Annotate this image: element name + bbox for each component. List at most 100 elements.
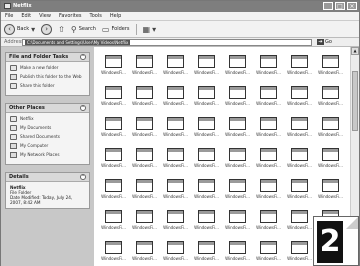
file-item[interactable]: WindowsFi... [191, 179, 222, 210]
file-item[interactable]: WindowsFi... [222, 210, 253, 241]
file-item[interactable]: WindowsFi... [191, 55, 222, 86]
file-item[interactable]: WindowsFi... [222, 148, 253, 179]
file-item[interactable]: WindowsFi... [98, 148, 129, 179]
other-places-header[interactable]: Other Places ⌃ [6, 104, 89, 113]
file-label: WindowsFi... [256, 194, 281, 199]
file-item[interactable]: WindowsFi... [98, 241, 129, 266]
file-item[interactable]: WindowsFi... [160, 210, 191, 241]
menu-favorites[interactable]: Favorites [59, 13, 82, 19]
file-folder-tasks-header[interactable]: File and Folder Tasks ⌃ [6, 53, 89, 62]
file-item[interactable]: WindowsFi... [284, 55, 315, 86]
file-item[interactable]: WindowsFi... [253, 55, 284, 86]
file-item[interactable]: WindowsFi... [98, 179, 129, 210]
views-dropdown-icon: ▾ [152, 24, 157, 34]
file-item[interactable]: WindowsFi... [160, 179, 191, 210]
file-item[interactable]: WindowsFi... [98, 117, 129, 148]
file-item[interactable]: WindowsFi... [253, 86, 284, 117]
file-item[interactable]: WindowsFi... [160, 117, 191, 148]
video-file-icon [322, 117, 339, 130]
task-share-folder[interactable]: Share this folder [10, 83, 85, 89]
file-item[interactable]: WindowsFi... [191, 210, 222, 241]
file-item[interactable]: WindowsFi... [253, 179, 284, 210]
views-button[interactable]: ▦ ▾ [143, 25, 157, 34]
file-item[interactable]: WindowsFi... [129, 117, 160, 148]
maximize-button[interactable]: □ [335, 2, 345, 10]
file-item[interactable]: WindowsFi... [129, 55, 160, 86]
file-item[interactable]: WindowsFi... [315, 117, 346, 148]
file-item[interactable]: WindowsFi... [284, 117, 315, 148]
file-item[interactable]: WindowsFi... [222, 55, 253, 86]
file-item[interactable]: WindowsFi... [315, 179, 346, 210]
up-folder-button[interactable]: ⇧ [58, 25, 65, 34]
file-item[interactable]: WindowsFi... [129, 86, 160, 117]
file-item[interactable]: WindowsFi... [315, 55, 346, 86]
file-item[interactable]: WindowsFi... [222, 179, 253, 210]
file-item[interactable]: WindowsFi... [191, 86, 222, 117]
file-item[interactable]: WindowsFi... [129, 210, 160, 241]
collapse-icon[interactable]: ⌃ [80, 174, 86, 180]
file-item[interactable]: WindowsFi... [253, 117, 284, 148]
file-item[interactable]: WindowsFi... [160, 241, 191, 266]
place-my-computer[interactable]: My Computer [10, 143, 85, 149]
file-item[interactable]: WindowsFi... [253, 241, 284, 266]
file-item[interactable]: WindowsFi... [160, 148, 191, 179]
file-item[interactable]: WindowsFi... [253, 210, 284, 241]
menu-view[interactable]: View [39, 13, 51, 19]
folders-button[interactable]: ▭ Folders [102, 25, 130, 34]
file-item[interactable]: WindowsFi... [129, 241, 160, 266]
go-button[interactable]: ➔ Go [317, 39, 332, 45]
menu-tools[interactable]: Tools [90, 13, 102, 19]
video-file-icon [105, 117, 122, 130]
menu-edit[interactable]: Edit [21, 13, 31, 19]
collapse-icon[interactable]: ⌃ [80, 54, 86, 60]
back-button[interactable]: ‹ Back ▾ [4, 23, 35, 35]
scroll-thumb[interactable] [352, 71, 358, 131]
search-button[interactable]: ⚲ Search [71, 25, 96, 34]
file-item[interactable]: WindowsFi... [222, 241, 253, 266]
file-item[interactable]: WindowsFi... [191, 241, 222, 266]
file-item[interactable]: WindowsFi... [284, 210, 315, 241]
file-item[interactable]: WindowsFi... [191, 148, 222, 179]
menu-file[interactable]: File [5, 13, 13, 19]
file-label: WindowsFi... [287, 70, 312, 75]
file-item[interactable]: WindowsFi... [160, 86, 191, 117]
file-item[interactable]: WindowsFi... [191, 117, 222, 148]
file-item[interactable]: WindowsFi... [284, 86, 315, 117]
title-bar[interactable]: Netflix _ □ × [1, 1, 359, 12]
file-item[interactable]: WindowsFi... [98, 55, 129, 86]
video-file-icon [198, 117, 215, 130]
collapse-icon[interactable]: ⌃ [80, 105, 86, 111]
file-item[interactable]: WindowsFi... [315, 86, 346, 117]
file-item[interactable]: WindowsFi... [98, 86, 129, 117]
details-header[interactable]: Details ⌃ [6, 173, 89, 182]
file-item[interactable]: WindowsFi... [98, 210, 129, 241]
file-item[interactable]: WindowsFi... [284, 148, 315, 179]
address-path: C:\Documents and Settings\User\My Videos… [25, 39, 131, 45]
scroll-up-icon[interactable]: ▲ [351, 47, 359, 55]
file-item[interactable]: WindowsFi... [284, 179, 315, 210]
file-item[interactable]: WindowsFi... [222, 117, 253, 148]
file-item[interactable]: WindowsFi... [129, 179, 160, 210]
address-input[interactable]: C:\Documents and Settings\User\My Videos… [22, 38, 312, 46]
place-my-documents[interactable]: My Documents [10, 125, 85, 131]
file-item[interactable]: WindowsFi... [315, 148, 346, 179]
task-new-folder[interactable]: Make a new folder [10, 65, 85, 71]
file-item[interactable]: WindowsFi... [129, 148, 160, 179]
file-item[interactable]: WindowsFi... [253, 148, 284, 179]
file-item[interactable]: WindowsFi... [160, 55, 191, 86]
file-label: WindowsFi... [132, 101, 157, 106]
forward-button[interactable]: › [41, 23, 53, 35]
minimize-button[interactable]: _ [323, 2, 333, 10]
menu-help[interactable]: Help [110, 13, 121, 19]
views-icon: ▦ [142, 24, 151, 34]
task-publish-web[interactable]: Publish this folder to the Web [10, 74, 85, 80]
file-label: WindowsFi... [101, 163, 126, 168]
file-item[interactable]: WindowsFi... [222, 86, 253, 117]
video-file-icon [291, 148, 308, 161]
place-network[interactable]: My Network Places [10, 152, 85, 158]
place-netflix[interactable]: Netflix [10, 116, 85, 122]
video-file-icon [229, 55, 246, 68]
close-button[interactable]: × [347, 2, 357, 10]
place-shared-documents[interactable]: Shared Documents [10, 134, 85, 140]
file-item[interactable]: WindowsFi... [284, 241, 315, 266]
